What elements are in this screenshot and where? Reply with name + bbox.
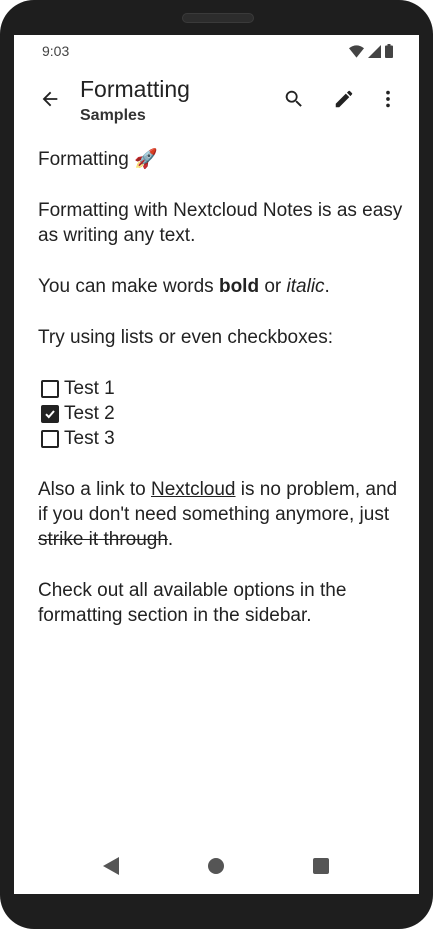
rocket-icon: 🚀 (134, 149, 158, 170)
battery-icon (385, 44, 393, 58)
paragraph-lists: Try using lists or even checkboxes: (38, 327, 333, 348)
text-segment: . (324, 276, 330, 297)
back-triangle-icon (103, 857, 119, 875)
back-button[interactable] (30, 79, 70, 119)
checkmark-icon (45, 409, 55, 418)
bold-text: bold (218, 276, 260, 297)
page-title: Formatting (80, 76, 190, 102)
paragraph-intro: Formatting with Nextcloud Notes is as ea… (38, 200, 403, 246)
checklist-item: Test 1 (38, 376, 403, 401)
checklist-label: Test 2 (64, 403, 115, 424)
wifi-icon (349, 44, 364, 58)
strikethrough-text: strike it through (38, 529, 168, 550)
more-options-button[interactable] (368, 79, 408, 119)
paragraph-sidebar-hint: Check out all available options in the f… (38, 580, 347, 626)
checklist-item: Test 3 (38, 426, 403, 451)
edit-button[interactable] (324, 79, 364, 119)
device-frame: 9:03 Formatting Samples Formatting 🚀 For… (0, 0, 433, 929)
status-time: 9:03 (42, 43, 70, 59)
checklist-item: Test 2 (38, 401, 403, 426)
paragraph-link-strike: Also a link to Nextcloud is no problem, … (38, 477, 403, 552)
text-segment: . (167, 529, 174, 550)
screen: 9:03 Formatting Samples Formatting 🚀 For… (14, 35, 419, 894)
speaker-grille (182, 13, 254, 23)
app-bar: Formatting Samples (14, 67, 419, 131)
paragraph-bold-italic: You can make words bold or italic. (38, 274, 403, 299)
note-heading: Formatting 🚀 (38, 147, 403, 172)
nextcloud-link[interactable]: Nextcloud (151, 479, 236, 500)
checkbox-unchecked[interactable] (41, 379, 59, 398)
title-block: Formatting Samples (80, 75, 190, 126)
checkbox-checked[interactable] (41, 404, 59, 423)
status-bar: 9:03 (14, 35, 419, 67)
system-nav-bar (14, 838, 419, 894)
nav-recents-button[interactable] (309, 854, 333, 878)
nav-home-button[interactable] (204, 854, 228, 878)
text-segment: or (259, 276, 287, 297)
signal-icon (368, 44, 381, 58)
text-segment: You can make words (38, 276, 219, 297)
back-arrow-icon (42, 91, 58, 107)
note-heading-text: Formatting (38, 149, 129, 170)
edit-pencil-icon (335, 90, 353, 108)
page-subtitle: Samples (80, 107, 146, 124)
checklist-label: Test 3 (64, 428, 115, 449)
status-icons (349, 44, 393, 58)
search-icon (285, 90, 302, 107)
italic-text: italic (286, 276, 325, 297)
checklist: Test 1 Test 2 Test 3 (38, 376, 403, 451)
checkbox-unchecked[interactable] (41, 429, 59, 448)
checklist-label: Test 1 (64, 378, 115, 399)
text-segment: Also a link to (38, 479, 151, 500)
home-circle-icon (208, 858, 224, 874)
more-vert-icon (386, 90, 390, 108)
search-button[interactable] (274, 79, 314, 119)
nav-back-button[interactable] (99, 854, 123, 878)
note-content[interactable]: Formatting 🚀 Formatting with Nextcloud N… (38, 147, 403, 654)
recents-square-icon (313, 858, 329, 874)
